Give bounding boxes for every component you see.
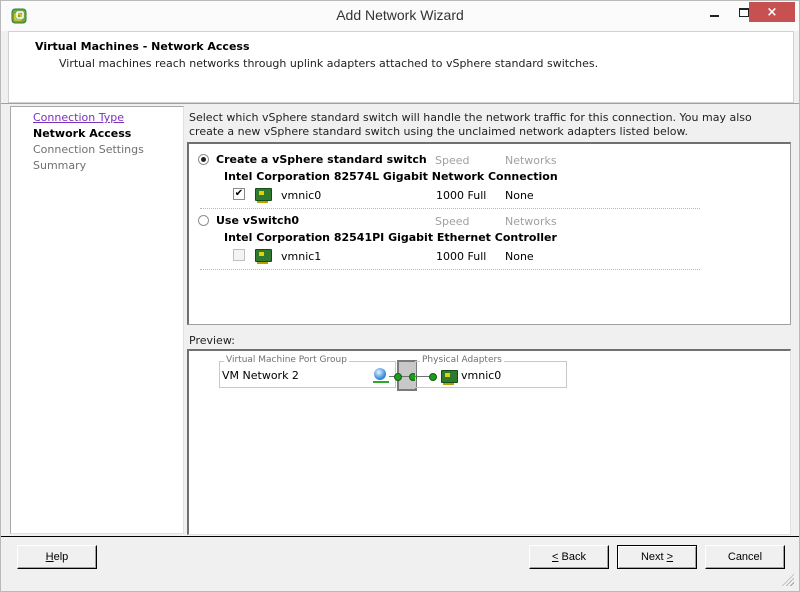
network-adapter-icon — [255, 188, 272, 203]
nic-speed: 1000 Full — [436, 250, 487, 263]
next-mnemonic: > — [666, 551, 674, 563]
vmnic1-checkbox[interactable] — [233, 249, 245, 261]
cancel-button[interactable]: Cancel — [705, 545, 785, 569]
row-divider — [200, 208, 700, 209]
footer-divider — [1, 536, 799, 537]
minimize-button[interactable] — [699, 2, 729, 22]
network-adapter-icon — [255, 249, 272, 264]
nic-name: vmnic1 — [281, 250, 322, 263]
nic-connector-dot — [429, 373, 437, 381]
networks-column-header: Networks — [505, 154, 557, 167]
preview-label: Preview: — [189, 334, 235, 347]
step-summary: Summary — [33, 159, 87, 172]
help-mnemonic: H — [45, 551, 54, 563]
next-label: Next — [640, 551, 667, 563]
minimize-icon — [709, 15, 719, 17]
next-button[interactable]: Next > — [617, 545, 697, 569]
networks-column-header: Networks — [505, 215, 557, 228]
title-bar[interactable]: Add Network Wizard × — [1, 1, 799, 31]
page-title: Virtual Machines - Network Access — [35, 40, 250, 53]
help-label: elp — [53, 551, 69, 563]
header-divider — [1, 103, 799, 104]
row-divider — [200, 269, 700, 270]
nic-networks: None — [505, 189, 534, 202]
back-label: Back — [558, 551, 586, 563]
instructions-text: Select which vSphere standard switch wil… — [189, 111, 752, 138]
network-adapter-icon — [441, 370, 458, 385]
wizard-window: Add Network Wizard × Virtual Machines - … — [0, 0, 800, 592]
adapter-name: Intel Corporation 82574L Gigabit Network… — [224, 170, 558, 183]
help-button[interactable]: Help — [17, 545, 97, 569]
use-vswitch0-radio[interactable] — [198, 215, 209, 226]
port-group-name: VM Network 2 — [222, 369, 299, 382]
window-title: Add Network Wizard — [336, 7, 464, 23]
maximize-icon — [739, 7, 749, 17]
page-subtitle: Virtual machines reach networks through … — [59, 57, 599, 70]
back-button[interactable]: < Back — [529, 545, 609, 569]
adapter-name: Intel Corporation 82541PI Gigabit Ethern… — [224, 231, 557, 244]
speed-column-header: Speed — [435, 154, 470, 167]
create-switch-label[interactable]: Create a vSphere standard switch — [216, 153, 427, 166]
wizard-steps-panel: Connection Type Network Access Connectio… — [10, 106, 184, 534]
nic-name: vmnic0 — [281, 189, 322, 202]
port-group-box: Virtual Machine Port Group VM Network 2 — [219, 355, 396, 388]
physical-nic-name: vmnic0 — [461, 369, 502, 382]
virtual-machine-network-icon — [374, 368, 386, 380]
resize-grip-icon[interactable] — [782, 574, 794, 586]
close-button[interactable]: × — [749, 2, 795, 22]
nic-networks: None — [505, 250, 534, 263]
nic-speed: 1000 Full — [436, 189, 487, 202]
close-icon: × — [766, 4, 778, 20]
port-connector-dot — [394, 373, 402, 381]
step-connection-settings: Connection Settings — [33, 143, 144, 156]
vm-network-base — [373, 381, 389, 383]
create-switch-radio[interactable] — [198, 154, 209, 165]
physical-adapters-title: Physical Adapters — [420, 355, 504, 365]
port-group-title: Virtual Machine Port Group — [224, 355, 349, 365]
step-connection-type[interactable]: Connection Type — [33, 111, 124, 124]
vmnic0-checkbox[interactable]: ✔ — [233, 188, 245, 200]
wizard-header: Virtual Machines - Network Access Virtua… — [8, 31, 794, 103]
step-network-access: Network Access — [33, 127, 132, 140]
speed-column-header: Speed — [435, 215, 470, 228]
use-vswitch0-label[interactable]: Use vSwitch0 — [216, 214, 299, 227]
